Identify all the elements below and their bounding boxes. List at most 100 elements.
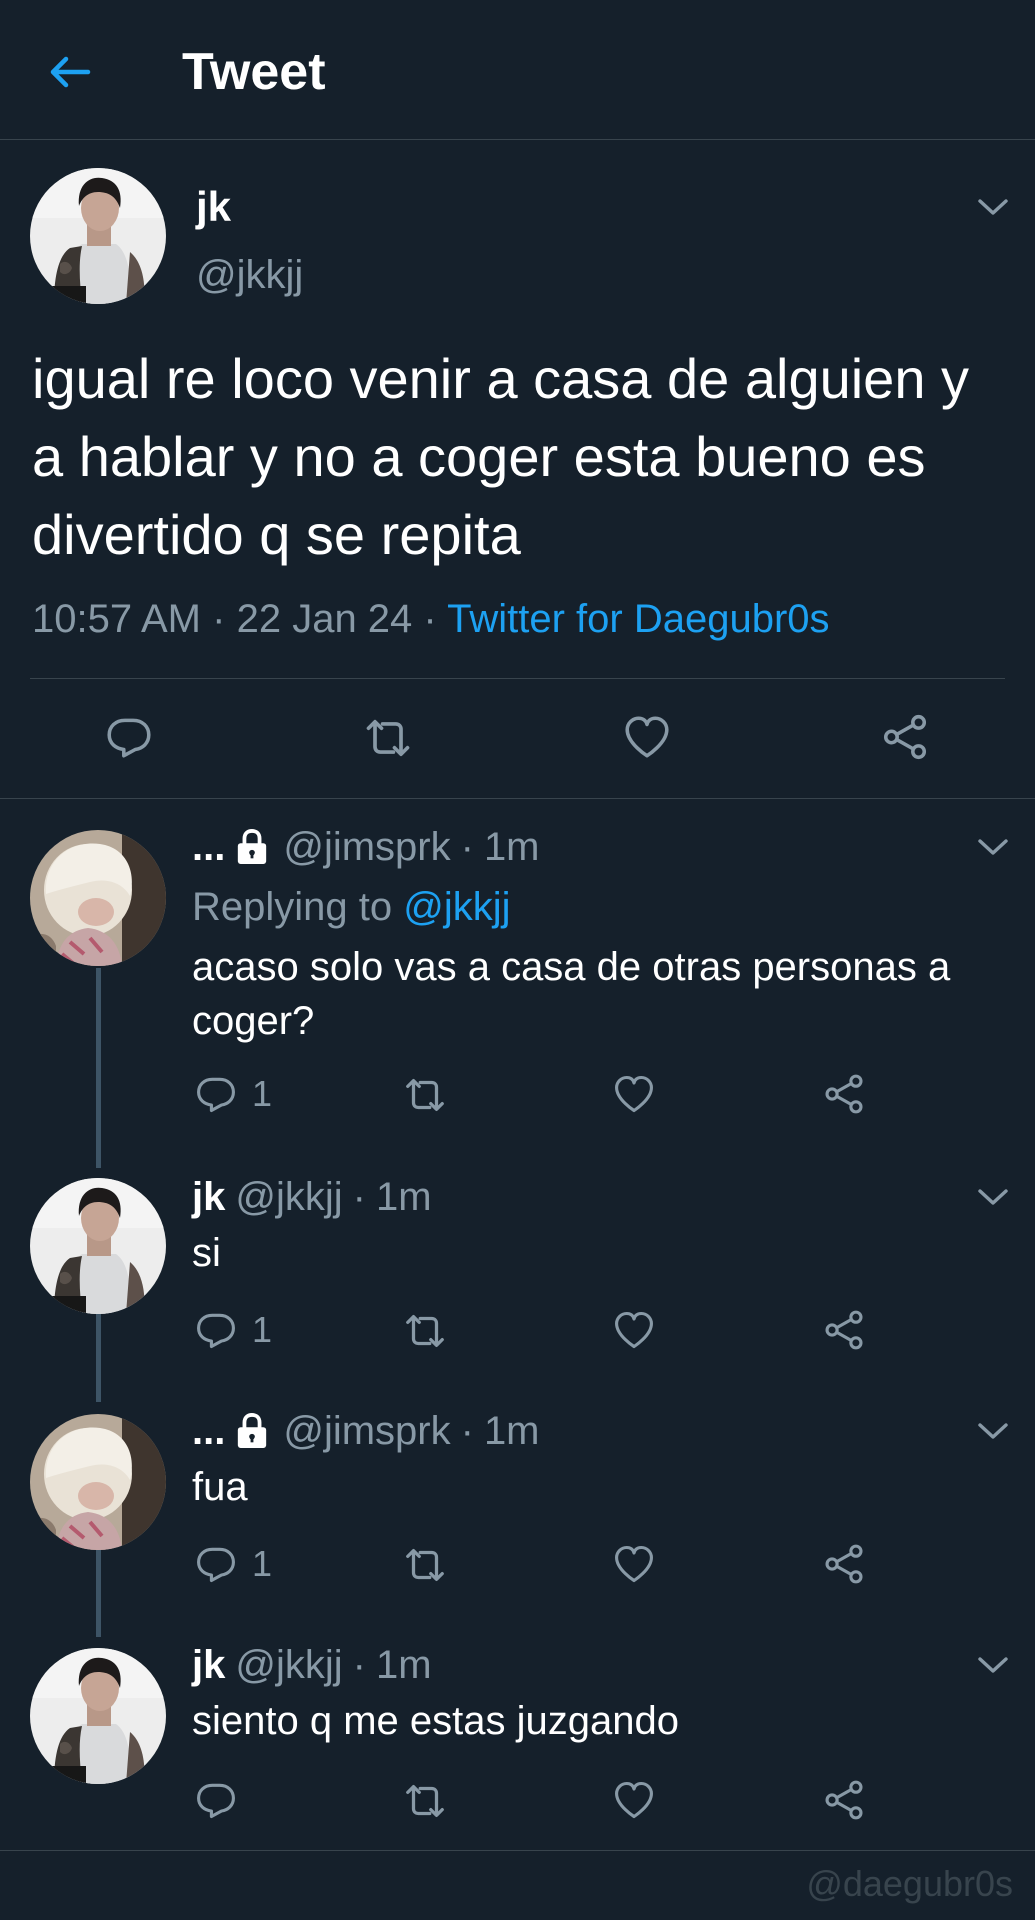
meta-separator: · xyxy=(212,597,226,641)
reply-header: jk @jkkjj · 1m xyxy=(192,1172,432,1222)
divider xyxy=(0,1850,1035,1851)
author-name[interactable]: jk xyxy=(192,1172,225,1222)
lock-icon xyxy=(235,1412,269,1450)
share-button[interactable] xyxy=(880,712,930,762)
retweet-button[interactable] xyxy=(402,1072,448,1118)
share-icon xyxy=(822,1072,866,1116)
tweet-source-link[interactable]: Twitter for Daegubr0s xyxy=(447,597,829,641)
like-icon xyxy=(612,1308,656,1352)
share-button[interactable] xyxy=(822,1778,866,1822)
author-name[interactable]: ... xyxy=(192,1406,225,1456)
tweet-text: igual re loco venir a casa de alguien y … xyxy=(32,347,970,566)
avatar[interactable] xyxy=(30,1414,166,1550)
divider xyxy=(0,798,1035,799)
reply-count: 1 xyxy=(252,1309,273,1350)
reply-text: fua xyxy=(192,1465,248,1509)
meta-separator: · xyxy=(352,1175,366,1219)
chevron-down-icon[interactable] xyxy=(976,196,1010,218)
avatar[interactable] xyxy=(30,830,166,966)
reply-time: 1m xyxy=(483,825,540,869)
share-button[interactable] xyxy=(822,1542,866,1586)
reply-header: ... @jimsprk · 1m xyxy=(192,822,540,872)
share-button[interactable] xyxy=(822,1072,866,1116)
page-title: Tweet xyxy=(182,43,326,101)
share-button[interactable] xyxy=(822,1308,866,1352)
author-handle[interactable]: @jimsprk xyxy=(283,1406,450,1456)
reply-text: si xyxy=(192,1231,221,1275)
retweet-button[interactable] xyxy=(402,1542,448,1588)
share-icon xyxy=(822,1778,866,1822)
replying-to: Replying to @jkkjj xyxy=(192,882,511,932)
like-icon xyxy=(612,1072,656,1116)
reply-icon xyxy=(194,1542,238,1586)
avatar[interactable] xyxy=(30,1178,166,1314)
avatar[interactable] xyxy=(30,168,166,304)
like-icon xyxy=(612,1778,656,1822)
chevron-down-icon[interactable] xyxy=(976,1186,1010,1208)
reply-icon xyxy=(194,1308,238,1352)
watermark: @daegubr0s xyxy=(806,1863,1013,1904)
reply-icon xyxy=(194,1778,238,1822)
replying-label: Replying to xyxy=(192,885,393,929)
author-name[interactable]: jk xyxy=(192,1640,225,1690)
retweet-button[interactable] xyxy=(362,712,414,764)
reply-time: 1m xyxy=(483,1409,540,1453)
share-icon xyxy=(822,1308,866,1352)
thread-line xyxy=(96,1312,101,1402)
author-handle[interactable]: @jkkjj xyxy=(235,1172,342,1222)
like-button[interactable] xyxy=(612,1778,656,1822)
chevron-down-icon[interactable] xyxy=(976,836,1010,858)
divider xyxy=(30,678,1005,679)
reply-icon xyxy=(104,712,154,762)
retweet-icon xyxy=(402,1542,448,1588)
reply-button[interactable]: 1 xyxy=(194,1542,272,1586)
reply-icon xyxy=(194,1072,238,1116)
thread-line xyxy=(96,968,101,1168)
retweet-icon xyxy=(402,1072,448,1118)
like-icon xyxy=(622,712,672,762)
like-button[interactable] xyxy=(622,712,672,762)
reply-time: 1m xyxy=(375,1175,432,1219)
like-button[interactable] xyxy=(612,1072,656,1116)
meta-separator: · xyxy=(423,597,437,641)
reply-time: 1m xyxy=(375,1643,432,1687)
author-handle[interactable]: @jimsprk xyxy=(283,822,450,872)
chevron-down-icon[interactable] xyxy=(976,1420,1010,1442)
reply-button[interactable]: 1 xyxy=(194,1308,272,1352)
meta-separator: · xyxy=(460,1409,474,1453)
reply-header: ... @jimsprk · 1m xyxy=(192,1406,540,1456)
tweet-date: 22 Jan 24 xyxy=(236,597,413,641)
retweet-icon xyxy=(402,1308,448,1354)
author-handle[interactable]: @jkkjj xyxy=(196,250,303,300)
author-name[interactable]: jk xyxy=(196,182,231,232)
author-handle[interactable]: @jkkjj xyxy=(235,1640,342,1690)
reply-count: 1 xyxy=(252,1543,273,1584)
reply-count: 1 xyxy=(252,1073,273,1114)
mention-link[interactable]: @jkkjj xyxy=(403,885,510,929)
retweet-icon xyxy=(402,1778,448,1824)
author-name[interactable]: ... xyxy=(192,822,225,872)
lock-icon xyxy=(235,828,269,866)
top-bar: Tweet xyxy=(0,0,1035,140)
retweet-icon xyxy=(362,712,414,764)
like-button[interactable] xyxy=(612,1542,656,1586)
meta-separator: · xyxy=(460,825,474,869)
meta-separator: · xyxy=(352,1643,366,1687)
reply-header: jk @jkkjj · 1m xyxy=(192,1640,432,1690)
avatar[interactable] xyxy=(30,1648,166,1784)
reply-button[interactable] xyxy=(194,1778,252,1822)
share-icon xyxy=(880,712,930,762)
chevron-down-icon[interactable] xyxy=(976,1654,1010,1676)
like-button[interactable] xyxy=(612,1308,656,1352)
like-icon xyxy=(612,1542,656,1586)
retweet-button[interactable] xyxy=(402,1778,448,1824)
thread-line xyxy=(96,1547,101,1637)
arrow-left-icon[interactable] xyxy=(46,48,94,96)
tweet-time: 10:57 AM xyxy=(32,597,202,641)
reply-button[interactable] xyxy=(104,712,154,762)
retweet-button[interactable] xyxy=(402,1308,448,1354)
reply-text: siento q me estas juzgando xyxy=(192,1699,679,1743)
tweet-meta: 10:57 AM · 22 Jan 24 · Twitter for Daegu… xyxy=(32,594,830,644)
reply-button[interactable]: 1 xyxy=(194,1072,272,1116)
reply-text: acaso solo vas a casa de otras personas … xyxy=(192,945,951,1043)
